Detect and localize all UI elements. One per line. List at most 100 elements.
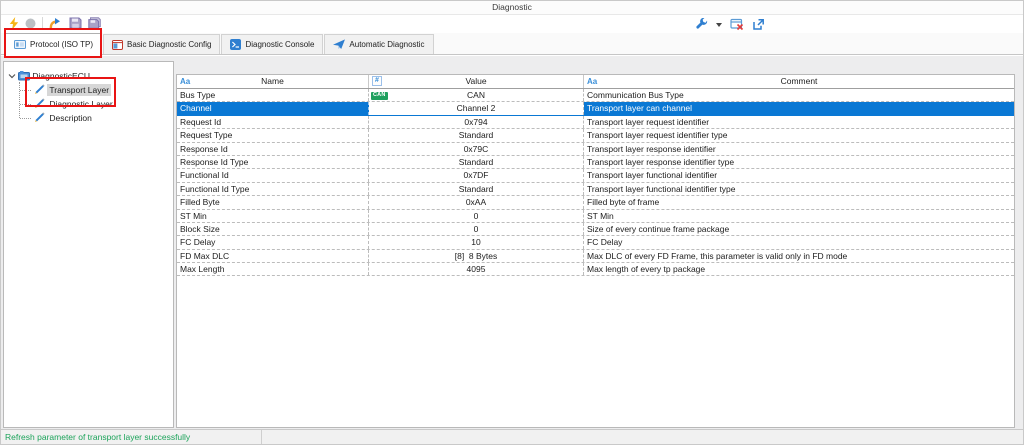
- param-value: CAN: [467, 90, 485, 100]
- param-name: Channel: [177, 102, 369, 114]
- record-icon[interactable]: [25, 18, 36, 29]
- param-value-cell[interactable]: 0x7DF: [369, 169, 584, 181]
- column-header-comment[interactable]: Aa Comment: [584, 75, 1014, 88]
- tab-protocol[interactable]: Protocol (ISO TP): [5, 33, 102, 55]
- param-value-cell[interactable]: Standard: [369, 156, 584, 168]
- param-name: ST Min: [177, 210, 369, 222]
- param-name: Functional Id: [177, 169, 369, 181]
- param-value-cell[interactable]: 0: [369, 210, 584, 222]
- table-row[interactable]: Request Id0x794Transport layer request i…: [177, 116, 1014, 129]
- table-row[interactable]: Max Length4095Max length of every tp pac…: [177, 263, 1014, 276]
- param-value-cell[interactable]: 4095: [369, 263, 584, 275]
- tree-item-label: Diagnostic Layer: [47, 98, 114, 110]
- param-value: Standard: [459, 130, 494, 140]
- lightning-icon[interactable]: [9, 17, 19, 30]
- param-value-cell[interactable]: [8] 8 Bytes: [369, 250, 584, 262]
- param-comment: ST Min: [584, 210, 1014, 222]
- main-content: DiagnosticECU Transport Layer Diagnostic…: [1, 56, 1023, 429]
- param-comment: Transport layer can channel: [584, 102, 1014, 114]
- automatic-tab-icon: [333, 39, 345, 50]
- tab-bar: Protocol (ISO TP) Basic Diagnostic Config…: [1, 33, 1023, 55]
- refresh-icon[interactable]: [49, 17, 63, 30]
- param-value-cell[interactable]: Standard: [369, 129, 584, 141]
- status-bar-divider: [261, 430, 262, 445]
- table-header: AaName#ValueAaComment: [177, 75, 1014, 89]
- param-value: 10: [471, 237, 480, 247]
- text-type-icon: Aa: [587, 76, 597, 87]
- column-header-label: Comment: [781, 76, 818, 86]
- param-comment: Transport layer response identifier type: [584, 156, 1014, 168]
- status-bar: Refresh parameter of transport layer suc…: [1, 429, 1023, 445]
- param-comment: Transport layer request identifier: [584, 116, 1014, 128]
- table-row[interactable]: Response Id TypeStandardTransport layer …: [177, 156, 1014, 169]
- tab-diagnostic-console[interactable]: Diagnostic Console: [221, 34, 323, 54]
- param-value-cell[interactable]: Channel 2: [369, 102, 584, 114]
- diagnostic-window: Diagnostic Protocol (ISO TP) Basic Diagno…: [0, 0, 1024, 445]
- external-link-icon[interactable]: [752, 18, 765, 31]
- table-row[interactable]: Bus TypeCANCANCommunication Bus Type: [177, 89, 1014, 102]
- table-row[interactable]: Response Id0x79CTransport layer response…: [177, 143, 1014, 156]
- tab-label: Basic Diagnostic Config: [127, 40, 211, 49]
- table-row[interactable]: Block Size0Size of every continue frame …: [177, 223, 1014, 236]
- wrench-icon[interactable]: [695, 18, 708, 31]
- param-name: Request Type: [177, 129, 369, 141]
- tree-connector-line: [19, 82, 20, 118]
- table-row[interactable]: Filled Byte 0xAA Filled byte of frame: [177, 196, 1014, 209]
- param-value: 0: [474, 211, 479, 221]
- chevron-down-icon[interactable]: [8, 73, 16, 79]
- toolbar-right: [695, 18, 765, 31]
- table-row[interactable]: Request Type Standard Transport layer requ…: [177, 129, 1014, 142]
- save-icon[interactable]: [69, 17, 82, 29]
- param-comment: Size of every continue frame package: [584, 223, 1014, 235]
- tree-item-label: Transport Layer: [47, 84, 111, 96]
- table-row[interactable]: Functional Id0x7DFTransport layer functi…: [177, 169, 1014, 182]
- column-header-label: Value: [465, 76, 486, 86]
- table-row[interactable]: ChannelChannel 2Transport layer can chan…: [177, 102, 1014, 115]
- param-value-cell[interactable]: 0xAA: [369, 196, 584, 208]
- tab-basic-diagnostic-config[interactable]: Basic Diagnostic Config: [103, 34, 220, 54]
- param-name: Response Id Type: [177, 156, 369, 168]
- title-bar: Diagnostic: [1, 1, 1023, 15]
- text-type-icon: Aa: [180, 76, 190, 87]
- param-value-cell[interactable]: 0x79C: [369, 143, 584, 155]
- param-value-cell[interactable]: 10: [369, 236, 584, 248]
- console-tab-icon: [230, 39, 241, 50]
- tree-connector-line: [20, 90, 31, 91]
- param-name: Filled Byte: [177, 196, 369, 208]
- tab-label: Diagnostic Console: [245, 40, 314, 49]
- param-comment: Transport layer request identifier type: [584, 129, 1014, 141]
- table-row[interactable]: ST Min 0 ST Min: [177, 210, 1014, 223]
- parameter-table: AaName#ValueAaComment Bus TypeCANCANComm…: [176, 74, 1015, 428]
- pencil-icon: [34, 98, 45, 109]
- ecu-icon: [18, 71, 30, 81]
- param-comment: FC Delay: [584, 236, 1014, 248]
- tree-item-diagnostic-layer[interactable]: Diagnostic Layer: [34, 97, 115, 110]
- param-comment: Filled byte of frame: [584, 196, 1014, 208]
- tab-automatic-diagnostic[interactable]: Automatic Diagnostic: [324, 34, 433, 54]
- param-value-cell[interactable]: Standard: [369, 183, 584, 195]
- save-all-icon[interactable]: [88, 17, 101, 29]
- param-value: 0xAA: [466, 197, 486, 207]
- tree-item-transport-layer[interactable]: Transport Layer: [34, 83, 111, 96]
- column-header-value[interactable]: #Value: [369, 75, 584, 88]
- param-name: Max Length: [177, 263, 369, 275]
- param-value: 0x794: [464, 117, 487, 127]
- param-comment: Max DLC of every FD Frame, this paramete…: [584, 250, 1014, 262]
- table-row[interactable]: FD Max DLC[8] 8 BytesMax DLC of every FD…: [177, 250, 1014, 263]
- param-value-cell[interactable]: 0: [369, 223, 584, 235]
- param-value: Standard: [459, 184, 494, 194]
- caret-down-icon[interactable]: [716, 23, 722, 27]
- column-header-name[interactable]: AaName: [177, 75, 369, 88]
- status-message: Refresh parameter of transport layer suc…: [5, 432, 190, 442]
- tree-connector-line: [20, 104, 31, 105]
- tree-item-root[interactable]: DiagnosticECU: [8, 69, 92, 82]
- close-window-icon[interactable]: [730, 18, 744, 31]
- param-value: 0x79C: [464, 144, 489, 154]
- table-row[interactable]: Functional Id TypeStandardTransport laye…: [177, 183, 1014, 196]
- tree-item-description[interactable]: Description: [34, 111, 94, 124]
- param-value-cell[interactable]: CANCAN: [369, 89, 584, 101]
- config-tab-icon: [112, 40, 123, 50]
- param-comment: Transport layer functional identifier ty…: [584, 183, 1014, 195]
- param-value-cell[interactable]: 0x794: [369, 116, 584, 128]
- table-row[interactable]: FC Delay10FC Delay: [177, 236, 1014, 249]
